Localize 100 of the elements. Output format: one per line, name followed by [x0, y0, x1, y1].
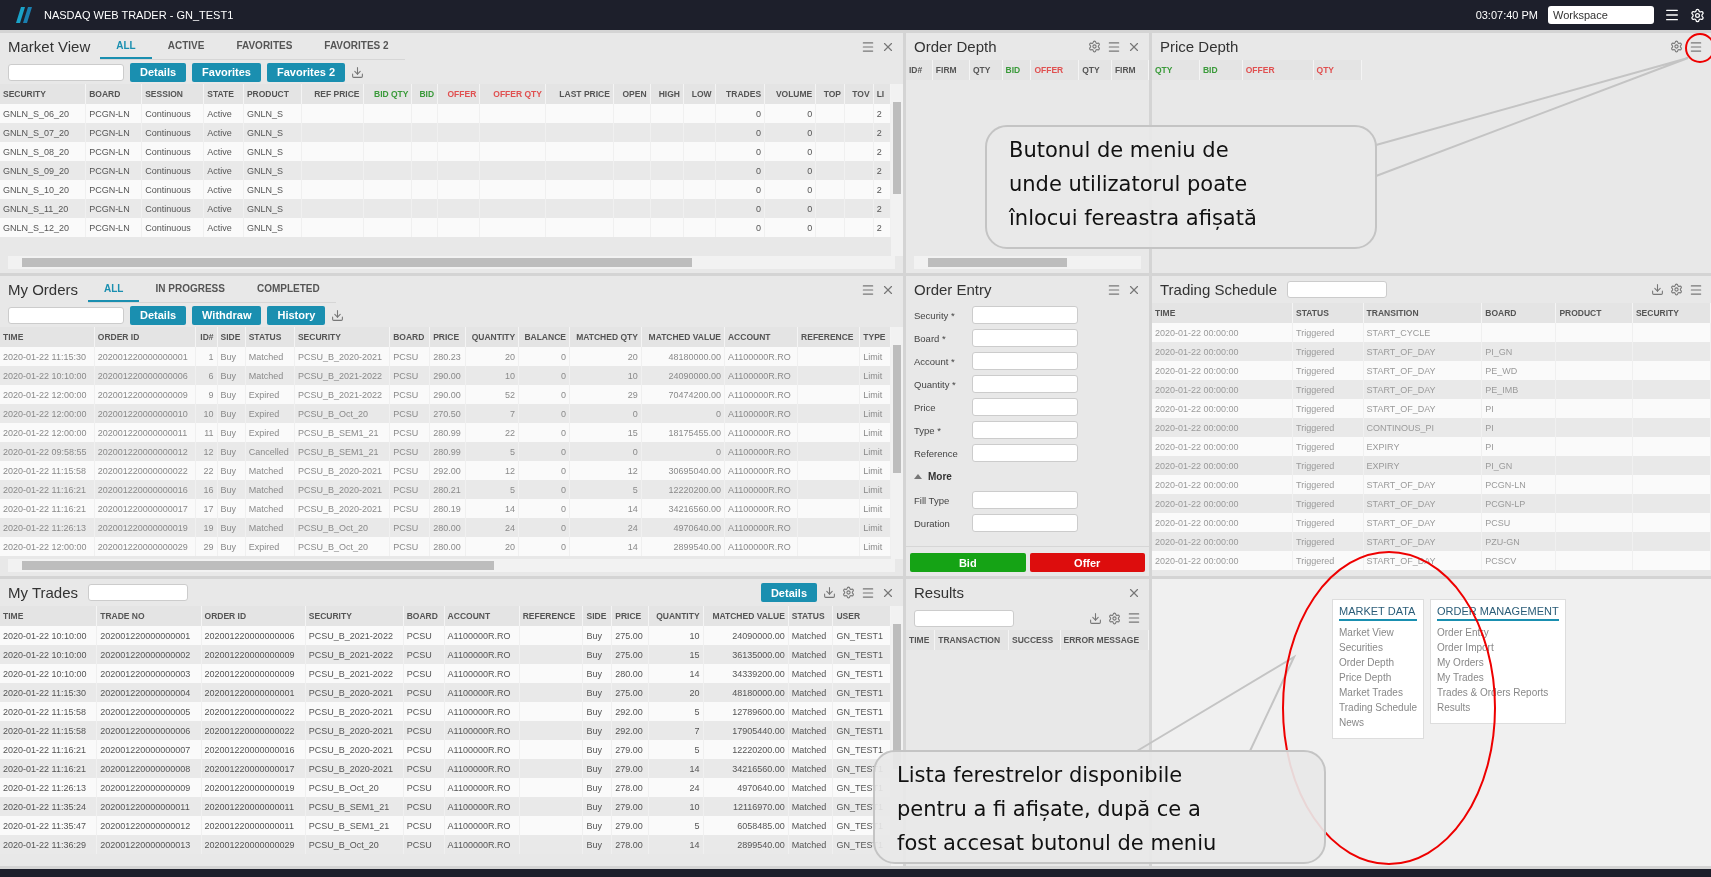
column-header[interactable]: TRADE NO	[96, 606, 202, 626]
column-header[interactable]: TRADES	[715, 84, 765, 104]
column-header[interactable]: TOP	[815, 84, 845, 104]
column-header[interactable]: TYPE	[859, 327, 891, 347]
input-field[interactable]	[972, 491, 1078, 509]
column-header[interactable]: MATCHED VALUE	[703, 606, 789, 626]
table-row[interactable]: 2020-01-22 11:15:58 202001220000000022 22 Buy Matched PCSU_B_2020-2021 PCSU 292.00 12 0 12 30695040.00 A1100000R.RO Limit	[0, 461, 891, 480]
scrollbar-thumb[interactable]	[22, 258, 692, 267]
column-header[interactable]: QTY	[1313, 60, 1362, 80]
column-header[interactable]: REFERENCE	[797, 327, 860, 347]
workspace-field[interactable]: Workspace	[1548, 6, 1654, 24]
table-row[interactable]: 2020-01-22 11:16:21 202001220000000007 202001220000000016 PCSU_B_2020-2021 PCSU A1100000R.RO Buy 279.00 5 12220200.00 Matched GN_TEST1	[0, 740, 891, 759]
column-header[interactable]: BOARD	[1481, 303, 1556, 323]
column-header[interactable]: VOLUME	[764, 84, 816, 104]
column-header[interactable]: PRICE	[429, 327, 466, 347]
bid-button[interactable]: Bid	[910, 553, 1026, 572]
toolbar-button[interactable]: History	[267, 305, 326, 325]
input-field[interactable]	[972, 306, 1078, 324]
download-icon[interactable]	[823, 586, 836, 599]
column-header[interactable]: ACCOUNT	[724, 327, 798, 347]
column-header[interactable]: PRODUCT	[1555, 303, 1633, 323]
column-header[interactable]: QUANTITY	[648, 606, 704, 626]
toolbar-button[interactable]: Withdraw	[192, 305, 262, 325]
search-field[interactable]	[1287, 281, 1388, 298]
search-field[interactable]	[8, 306, 124, 324]
table-row[interactable]: 2020-01-22 12:00:00 202001220000000029 29 Buy Expired PCSU_B_Oct_20 PCSU 280.00 20 0 14 2899540.00 A1100000R.RO Limit	[0, 537, 891, 556]
download-icon[interactable]	[1089, 611, 1102, 625]
input-field[interactable]	[972, 329, 1078, 347]
menu-item[interactable]: Securities	[1339, 640, 1417, 655]
vertical-scrollbar[interactable]	[891, 84, 903, 256]
input-field[interactable]	[972, 421, 1078, 439]
table-row[interactable]: 2020-01-22 12:00:00 202001220000000009 9 Buy Expired PCSU_B_2021-2022 PCSU 290.00 52 0 29 70474200.00 A1100000R.RO Limit	[0, 385, 891, 404]
scrollbar-thumb[interactable]	[22, 561, 495, 570]
toolbar-button[interactable]: Favorites 2	[267, 62, 346, 82]
search-field[interactable]	[8, 63, 124, 81]
column-header[interactable]: ORDER ID	[94, 327, 196, 347]
column-header[interactable]: REFERENCE	[519, 606, 583, 626]
tab[interactable]: COMPLETED	[240, 277, 336, 302]
column-header[interactable]: STATUS	[1292, 303, 1364, 323]
menu-item[interactable]: Trading Schedule	[1339, 700, 1417, 715]
vertical-scrollbar[interactable]	[891, 327, 903, 559]
column-header[interactable]: ACCOUNT	[444, 606, 520, 626]
input-field[interactable]	[972, 514, 1078, 532]
tab[interactable]: FAVORITES 2	[308, 34, 405, 59]
column-header[interactable]: LAST PRICE	[545, 84, 614, 104]
column-header[interactable]: SESSION	[141, 84, 204, 104]
table-row[interactable]: 2020-01-22 11:16:21 202001220000000016 16 Buy Matched PCSU_B_2020-2021 PCSU 280.21 5 0 5 12220200.00 A1100000R.RO Limit	[0, 480, 891, 499]
horizontal-scrollbar[interactable]	[8, 559, 895, 572]
column-header[interactable]: BOARD	[85, 84, 142, 104]
search-field[interactable]	[88, 584, 189, 601]
table-row[interactable]: 2020-01-22 10:10:00 202001220000000003 202001220000000009 PCSU_B_2021-2022 PCSU A1100000R.RO Buy 280.00 14 34339200.00 Matched GN_TEST1	[0, 664, 891, 683]
table-row[interactable]: GNLN_S_09_20 PCGN-LN Continuous Active GNLN_S 0 0 2	[0, 161, 891, 180]
column-header[interactable]: ORDER ID	[201, 606, 306, 626]
column-header[interactable]: OPEN	[613, 84, 651, 104]
column-header[interactable]: OFFER	[1242, 60, 1314, 80]
tab[interactable]: FAVORITES	[220, 34, 309, 59]
column-header[interactable]: TIME	[0, 327, 95, 347]
toolbar-button[interactable]: Details	[130, 62, 187, 82]
column-header[interactable]: STATUS	[788, 606, 833, 626]
column-header[interactable]: BOARD	[389, 327, 430, 347]
table-row[interactable]: 2020-01-22 11:15:58 202001220000000006 202001220000000022 PCSU_B_2020-2021 PCSU A1100000R.RO Buy 292.00 7 17905440.00 Matched GN_TEST1	[0, 721, 891, 740]
column-header[interactable]: SIDE	[217, 327, 246, 347]
horizontal-scrollbar[interactable]	[914, 256, 1141, 269]
table-row[interactable]: GNLN_S_08_20 PCGN-LN Continuous Active GNLN_S 0 0 2	[0, 142, 891, 161]
table-row[interactable]: 2020-01-22 10:10:00 202001220000000001 202001220000000006 PCSU_B_2021-2022 PCSU A1100000R.RO Buy 275.00 10 24090000.00 Matched GN_TEST1	[0, 626, 891, 645]
column-header[interactable]: MATCHED VALUE	[641, 327, 725, 347]
column-header[interactable]: SUCCESS	[1008, 630, 1060, 650]
menu-item[interactable]: My Trades	[1437, 670, 1559, 685]
column-header[interactable]: BOARD	[403, 606, 445, 626]
column-header[interactable]: PRICE	[611, 606, 649, 626]
table-row[interactable]: 2020-01-22 11:15:58 202001220000000005 202001220000000022 PCSU_B_2020-2021 PCSU A1100000R.RO Buy 292.00 5 12789600.00 Matched GN_TEST1	[0, 702, 891, 721]
tab[interactable]: ACTIVE	[151, 34, 221, 59]
column-header[interactable]: TRANSACTION	[934, 630, 1009, 650]
table-row[interactable]: 2020-01-22 10:10:00 202001220000000002 202001220000000009 PCSU_B_2021-2022 PCSU A1100000R.RO Buy 275.00 15 36135000.00 Matched GN_TEST1	[0, 645, 891, 664]
menu-item[interactable]: News	[1339, 715, 1417, 730]
column-header[interactable]: STATUS	[245, 327, 295, 347]
table-row[interactable]: 2020-01-22 12:00:00 202001220000000011 11 Buy Expired PCSU_B_SEM1_21 PCSU 280.99 22 0 15 18175455.00 A1100000R.RO Limit	[0, 423, 891, 442]
scrollbar-thumb[interactable]	[893, 102, 901, 195]
table-row[interactable]: 2020-01-22 10:10:00 202001220000000006 6 Buy Matched PCSU_B_2021-2022 PCSU 290.00 10 0 10 24090000.00 A1100000R.RO Limit	[0, 366, 891, 385]
input-field[interactable]	[972, 444, 1078, 462]
input-field[interactable]	[972, 375, 1078, 393]
column-header[interactable]: BALANCE	[518, 327, 570, 347]
column-header[interactable]: TIME	[0, 606, 97, 626]
toolbar-button[interactable]: Details	[130, 305, 187, 325]
scrollbar-thumb[interactable]	[928, 258, 1068, 267]
column-header[interactable]: ID#	[906, 60, 933, 80]
menu-item[interactable]: Order Depth	[1339, 655, 1417, 670]
table-row[interactable]: 2020-01-22 11:15:30 202001220000000004 202001220000000001 PCSU_B_2020-2021 PCSU A1100000R.RO Buy 275.00 20 48180000.00 Matched GN_TEST1	[0, 683, 891, 702]
column-header[interactable]: PRODUCT	[243, 84, 302, 104]
column-header[interactable]: TOV	[844, 84, 874, 104]
table-row[interactable]: 2020-01-22 11:16:21 202001220000000017 17 Buy Matched PCSU_B_2020-2021 PCSU 280.19 14 0 14 34216560.00 A1100000R.RO Limit	[0, 499, 891, 518]
menu-item[interactable]: My Orders	[1437, 655, 1559, 670]
search-field[interactable]	[914, 609, 1014, 627]
column-header[interactable]: SECURITY	[1632, 303, 1711, 323]
table-row[interactable]: GNLN_S_10_20 PCGN-LN Continuous Active GNLN_S 0 0 2	[0, 180, 891, 199]
toolbar-button[interactable]: Favorites	[192, 62, 261, 82]
table-row[interactable]: GNLN_S_12_20 PCGN-LN Continuous Active GNLN_S 0 0 2	[0, 218, 891, 237]
input-field[interactable]	[972, 398, 1078, 416]
table-row[interactable]: 2020-01-22 09:58:55 202001220000000012 12 Buy Cancelled PCSU_B_SEM1_21 PCSU 280.99 5 0 0 0 A1100000R.RO Limit	[0, 442, 891, 461]
column-header[interactable]: HIGH	[650, 84, 684, 104]
